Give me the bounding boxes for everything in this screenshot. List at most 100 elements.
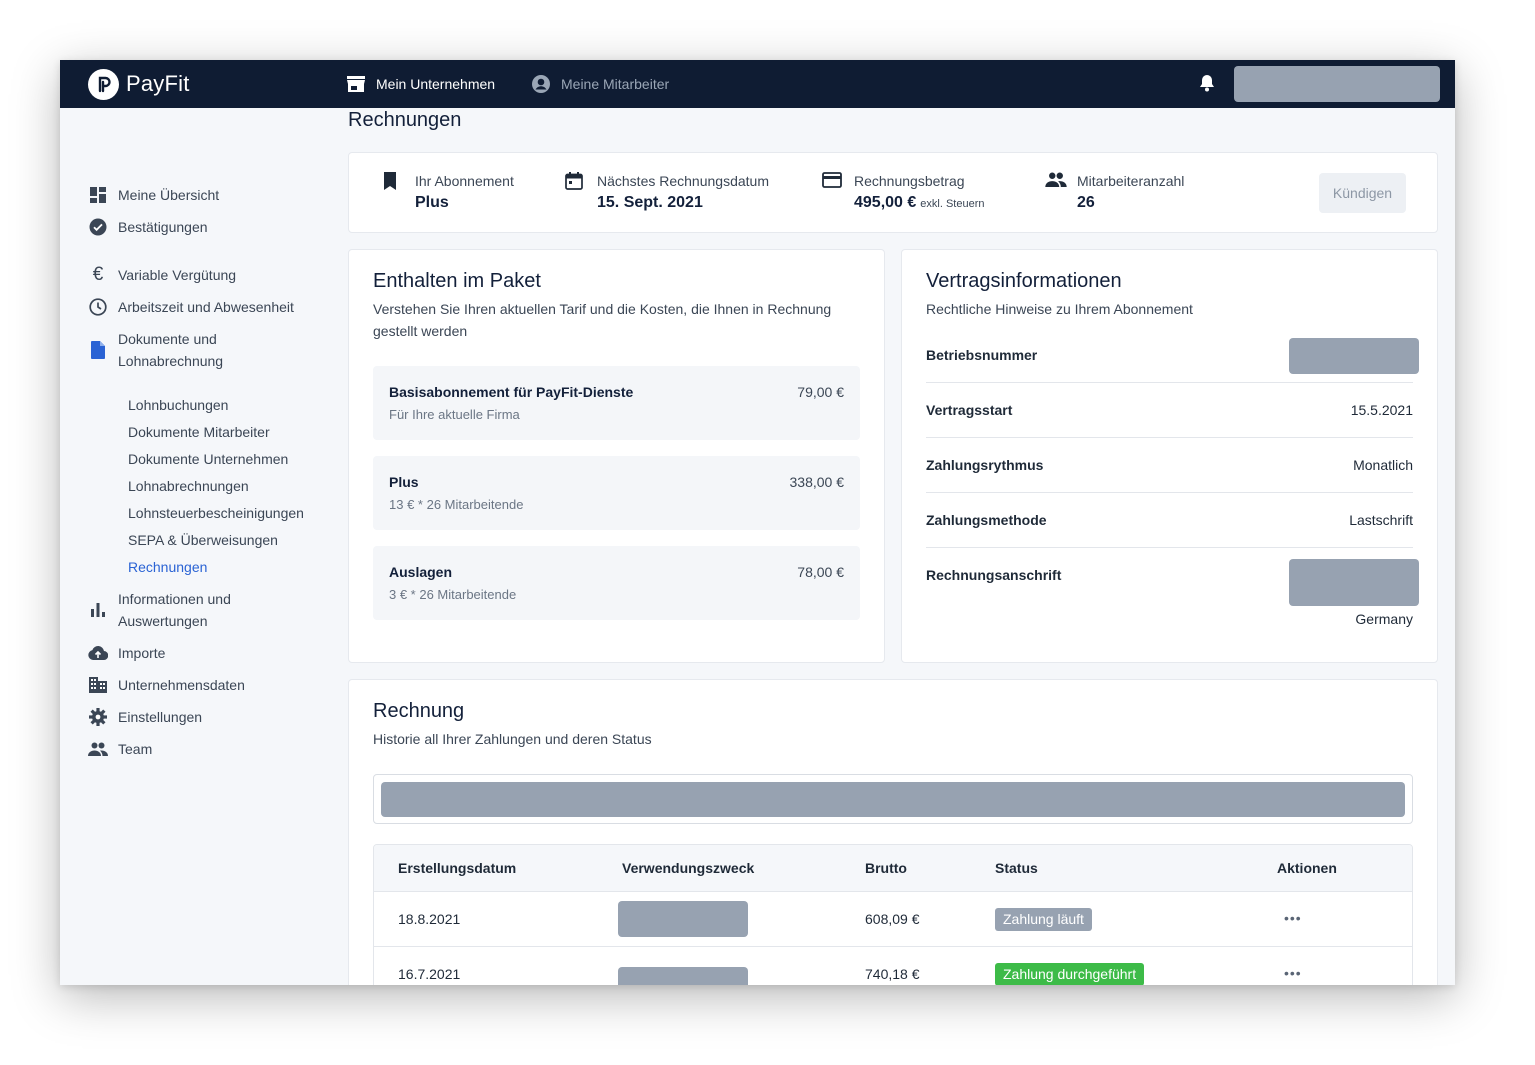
- column-header[interactable]: Brutto: [865, 860, 907, 876]
- page-title: Rechnungen: [348, 109, 462, 131]
- sidebar-subitem-dokumente-unternehmen[interactable]: Dokumente Unternehmen: [128, 449, 288, 469]
- more-actions-icon[interactable]: •••: [1284, 965, 1302, 981]
- summary-subscription-value: Plus: [415, 194, 449, 211]
- invoice-filter-box[interactable]: [373, 774, 1413, 824]
- summary-amount-value: 495,00 €: [854, 194, 917, 211]
- sidebar: Meine Übersicht Bestätigungen € Variable…: [60, 108, 336, 985]
- contract-row-label: Zahlungsrythmus: [926, 457, 1044, 473]
- sidebar-item-unternehmensdaten[interactable]: Unternehmensdaten: [88, 674, 245, 696]
- redacted-purpose: [618, 901, 748, 937]
- contract-row-rechnungsanschrift: Rechnungsanschrift Germany: [926, 548, 1419, 628]
- package-item: Auslagen 3 € * 26 Mitarbeitende 78,00 €: [373, 546, 860, 620]
- summary-subscription-label: Ihr Abonnement: [415, 173, 514, 189]
- sidebar-item-bestaetigungen[interactable]: Bestätigungen: [88, 216, 208, 238]
- nav-mein-unternehmen-label: Mein Unternehmen: [376, 76, 496, 92]
- package-item-price: 79,00 €: [797, 384, 844, 400]
- contract-row-value: Lastschrift: [1349, 512, 1413, 528]
- summary-count-value: 26: [1077, 194, 1095, 211]
- package-item-desc: Für Ihre aktuelle Firma: [389, 407, 520, 422]
- sidebar-subitem-dokumente-mitarbeiter[interactable]: Dokumente Mitarbeiter: [128, 422, 270, 442]
- credit-card-icon: [822, 171, 844, 216]
- summary-next-invoice-date: Nächstes Rechnungsdatum 15. Sept. 2021: [565, 171, 769, 215]
- payfit-logo[interactable]: PayFit: [88, 67, 190, 101]
- sidebar-item-variable-verguetung[interactable]: € Variable Vergütung: [88, 264, 236, 286]
- user-menu[interactable]: [1234, 66, 1440, 102]
- contract-row-label: Betriebsnummer: [926, 347, 1038, 363]
- cancel-subscription-button[interactable]: Kündigen: [1319, 173, 1406, 213]
- contract-row-betriebsnummer: Betriebsnummer: [926, 338, 1419, 383]
- bell-icon[interactable]: [1198, 73, 1216, 98]
- table-header: Erstellungsdatum Verwendungszweck Brutto…: [374, 845, 1412, 892]
- sidebar-item-importe[interactable]: Importe: [88, 642, 165, 664]
- column-header[interactable]: Verwendungszweck: [622, 860, 754, 876]
- package-item-name: Auslagen: [389, 564, 453, 580]
- more-actions-icon[interactable]: •••: [1284, 910, 1302, 926]
- sidebar-item-einstellungen[interactable]: Einstellungen: [88, 706, 202, 728]
- nav-meine-mitarbeiter[interactable]: Meine Mitarbeiter: [531, 72, 669, 96]
- sidebar-subitem-rechnungen[interactable]: Rechnungen: [128, 557, 207, 577]
- sidebar-item-arbeitszeit[interactable]: Arbeitszeit und Abwesenheit: [88, 296, 294, 318]
- summary-count-label: Mitarbeiteranzahl: [1077, 173, 1185, 189]
- package-item-desc: 3 € * 26 Mitarbeitende: [389, 587, 517, 602]
- app-name: PayFit: [126, 71, 190, 96]
- package-subtitle-line1: Verstehen Sie Ihren aktuellen Tarif und …: [373, 301, 832, 317]
- sidebar-item-label: Informationen und Auswertungen: [118, 588, 231, 632]
- sidebar-item-label: Meine Übersicht: [118, 187, 220, 203]
- sidebar-item-label: Importe: [118, 645, 166, 661]
- sidebar-item-team[interactable]: Team: [88, 738, 152, 760]
- contract-row-vertragsstart: Vertragsstart 15.5.2021: [926, 383, 1413, 438]
- contract-row-label: Rechnungsanschrift: [926, 567, 1062, 583]
- status-badge: Zahlung durchgeführt: [995, 963, 1145, 985]
- package-subtitle: Verstehen Sie Ihren aktuellen Tarif und …: [373, 298, 831, 342]
- package-item-price: 78,00 €: [797, 564, 844, 580]
- sidebar-item-informationen[interactable]: Informationen und Auswertungen: [88, 588, 231, 632]
- redacted-value: [1289, 559, 1419, 606]
- invoice-amount: 740,18 €: [865, 966, 920, 982]
- summary-date-label: Nächstes Rechnungsdatum: [597, 173, 769, 189]
- contract-info-card: Vertragsinformationen Rechtliche Hinweis…: [901, 249, 1438, 663]
- sidebar-item-label-line1: Dokumente und: [118, 331, 217, 347]
- package-item-name: Plus: [389, 474, 419, 490]
- nav-mein-unternehmen[interactable]: Mein Unternehmen: [346, 72, 495, 96]
- euro-icon: €: [92, 264, 104, 285]
- package-item-name: Basisabonnement für PayFit-Dienste: [389, 384, 634, 400]
- redacted-filter: [381, 782, 1405, 817]
- sidebar-subitem-lohnsteuerbescheinigungen[interactable]: Lohnsteuerbescheinigungen: [128, 503, 304, 523]
- contract-row-value: Germany: [1355, 611, 1413, 627]
- sidebar-subitem-lohnabrechnungen[interactable]: Lohnabrechnungen: [128, 476, 249, 496]
- summary-subscription: Ihr Abonnement Plus: [383, 171, 514, 215]
- sidebar-item-dokumente[interactable]: Dokumente und Lohnabrechnung: [88, 328, 223, 372]
- dashboard-icon: [88, 184, 108, 206]
- payfit-logo-icon: [88, 68, 119, 100]
- package-item: Plus 13 € * 26 Mitarbeitende 338,00 €: [373, 456, 860, 530]
- sidebar-item-label: Unternehmensdaten: [118, 677, 245, 693]
- summary-amount: 495,00 € exkl. Steuern: [854, 191, 984, 216]
- sidebar-subitem-lohnbuchungen[interactable]: Lohnbuchungen: [128, 395, 228, 415]
- package-title: Enthalten im Paket: [373, 270, 541, 292]
- sidebar-item-uebersicht[interactable]: Meine Übersicht: [88, 184, 219, 206]
- invoice-date: 16.7.2021: [398, 966, 461, 982]
- app-window: PayFit Mein Unternehmen Meine Mitarbeite…: [60, 60, 1455, 985]
- sidebar-item-label: Arbeitszeit und Abwesenheit: [118, 299, 294, 315]
- table-row[interactable]: 18.8.2021 608,09 € Zahlung läuft •••: [374, 892, 1412, 947]
- sidebar-item-label: Variable Vergütung: [118, 267, 237, 283]
- sidebar-item-label: Bestätigungen: [118, 219, 208, 235]
- column-header[interactable]: Erstellungsdatum: [398, 860, 516, 876]
- sidebar-item-label-line2: Lohnabrechnung: [118, 353, 224, 369]
- clock-icon: [88, 296, 108, 318]
- cloud-upload-icon: [88, 642, 108, 664]
- sidebar-subitem-sepa[interactable]: SEPA & Überweisungen: [128, 530, 278, 550]
- account-circle-icon: [532, 75, 550, 93]
- column-header[interactable]: Status: [995, 860, 1038, 876]
- status-badge: Zahlung läuft: [995, 908, 1092, 931]
- bookmark-icon: [383, 171, 405, 215]
- sidebar-item-label: Dokumente und Lohnabrechnung: [118, 328, 223, 372]
- table-row[interactable]: 16.7.2021 740,18 € Zahlung durchgeführt …: [374, 947, 1412, 985]
- redacted-purpose: [618, 967, 748, 985]
- invoice-title: Rechnung: [373, 700, 465, 722]
- sidebar-item-label-line2: Auswertungen: [118, 613, 208, 629]
- contract-row-value: Monatlich: [1353, 457, 1413, 473]
- document-icon: [88, 328, 108, 372]
- calendar-icon: [565, 171, 587, 215]
- invoice-date: 18.8.2021: [398, 911, 461, 927]
